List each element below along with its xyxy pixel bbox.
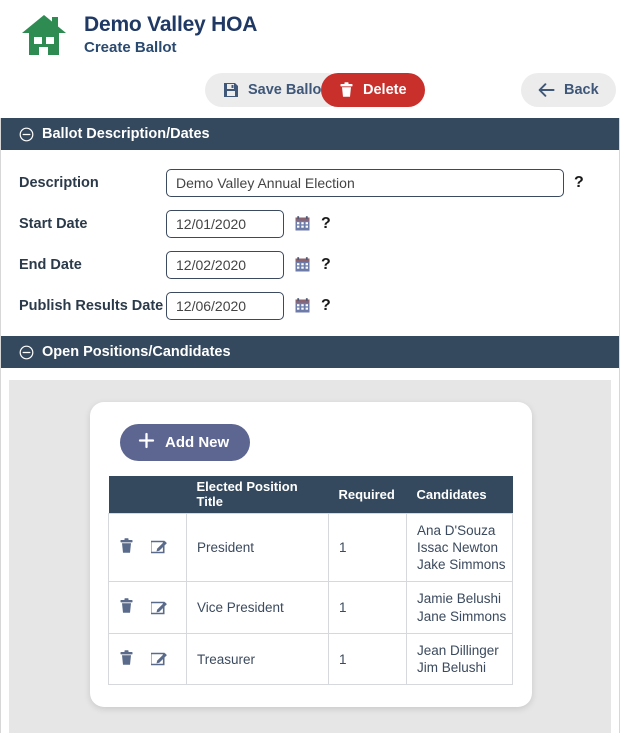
minus-circle-icon[interactable] [19,345,34,360]
positions-gray-panel: Add New Elected Position Title Required … [9,380,611,733]
plus-icon [138,432,155,453]
end-date-help-icon[interactable]: ? [321,256,331,273]
position-required: 1 [328,632,407,686]
section-title-ballot-description: Ballot Description/Dates [42,126,210,142]
positions-panel-wrapper: Add New Elected Position Title Required … [0,368,620,733]
form-row-start-date: Start Date ? [1,203,619,244]
section-header-ballot-description[interactable]: Ballot Description/Dates [0,118,620,150]
positions-table-body: President 1 Ana D'Souza Issac Newton Jak… [108,512,513,686]
edit-pencil-icon[interactable] [149,649,168,669]
position-title: Vice President [186,581,329,634]
add-new-label: Add New [165,434,230,451]
table-row: President 1 Ana D'Souza Issac Newton Jak… [108,512,513,583]
position-candidates: Jamie Belushi Jane Simmons [406,581,513,634]
arrow-left-icon [538,83,555,97]
section-header-open-positions[interactable]: Open Positions/Candidates [0,336,620,368]
end-date-input[interactable] [166,250,284,279]
edit-pencil-icon[interactable] [149,598,168,618]
end-date-label: End Date [19,256,82,273]
house-icon [18,11,70,59]
position-title: Treasurer [186,632,329,686]
page-title: Create Ballot [84,38,177,56]
description-input[interactable] [166,168,564,197]
row-actions [108,632,187,686]
start-date-label: Start Date [19,215,88,232]
header-titles: Demo Valley HOA Create Ballot [84,13,257,58]
start-date-input[interactable] [166,209,284,238]
calendar-icon[interactable] [295,257,310,272]
position-required: 1 [328,581,407,634]
description-help-icon[interactable]: ? [574,174,584,191]
column-header-actions [108,476,187,513]
edit-pencil-icon[interactable] [149,537,168,557]
table-row: Treasurer 1 Jean Dillinger Jim Belushi [108,632,513,686]
trash-icon[interactable] [119,598,134,617]
trash-icon [339,82,354,98]
back-button[interactable]: Back [521,73,616,107]
publish-date-input[interactable] [166,291,284,320]
trash-icon[interactable] [119,538,134,557]
add-new-button[interactable]: Add New [120,424,251,461]
ballot-description-form: Description ? Start Date [0,150,620,336]
column-header-title: Elected Position Title [186,476,329,513]
app-header: Demo Valley HOA Create Ballot [0,0,620,68]
row-actions [108,512,187,583]
position-required: 1 [328,512,407,583]
position-candidates: Jean Dillinger Jim Belushi [406,632,513,686]
form-row-end-date: End Date ? [1,244,619,285]
table-header-row: Elected Position Title Required Candidat… [108,476,513,513]
action-toolbar: Save Ballot Delete Back [0,68,620,118]
position-title: President [186,512,329,583]
positions-card: Add New Elected Position Title Required … [90,402,532,708]
section-title-open-positions: Open Positions/Candidates [42,344,231,360]
publish-date-help-icon[interactable]: ? [321,297,331,314]
back-label: Back [564,82,599,98]
table-row: Vice President 1 Jamie Belushi Jane Simm… [108,581,513,634]
candidate-name: Ana D'Souza [417,522,496,538]
candidate-name: Jake Simmons [417,557,506,573]
candidate-name: Jamie Belushi [417,591,502,607]
candidate-name: Issac Newton [417,539,499,555]
positions-table: Elected Position Title Required Candidat… [108,476,513,686]
candidate-name: Jean Dillinger [417,642,499,658]
publish-date-label: Publish Results Date [19,297,164,314]
calendar-icon[interactable] [295,216,310,231]
row-actions [108,581,187,634]
candidate-name: Jane Simmons [417,608,507,624]
form-row-publish-date: Publish Results Date ? [1,285,619,326]
create-ballot-page: Demo Valley HOA Create Ballot Save Ballo… [0,0,620,733]
column-header-required: Required [328,476,407,513]
save-icon [223,82,239,98]
start-date-help-icon[interactable]: ? [321,215,331,232]
calendar-icon[interactable] [295,298,310,313]
description-label: Description [19,174,99,191]
column-header-candidates: Candidates [406,476,513,513]
candidate-name: Jim Belushi [417,660,487,676]
org-title: Demo Valley HOA [84,12,258,36]
trash-icon[interactable] [119,649,134,669]
save-ballot-label: Save Ballot [248,82,327,98]
delete-ballot-button[interactable]: Delete [321,73,425,107]
positions-table-head: Elected Position Title Required Candidat… [108,476,513,513]
position-candidates: Ana D'Souza Issac Newton Jake Simmons [406,512,513,583]
minus-circle-icon[interactable] [19,127,34,142]
delete-ballot-label: Delete [363,82,407,98]
form-row-description: Description ? [1,162,619,203]
